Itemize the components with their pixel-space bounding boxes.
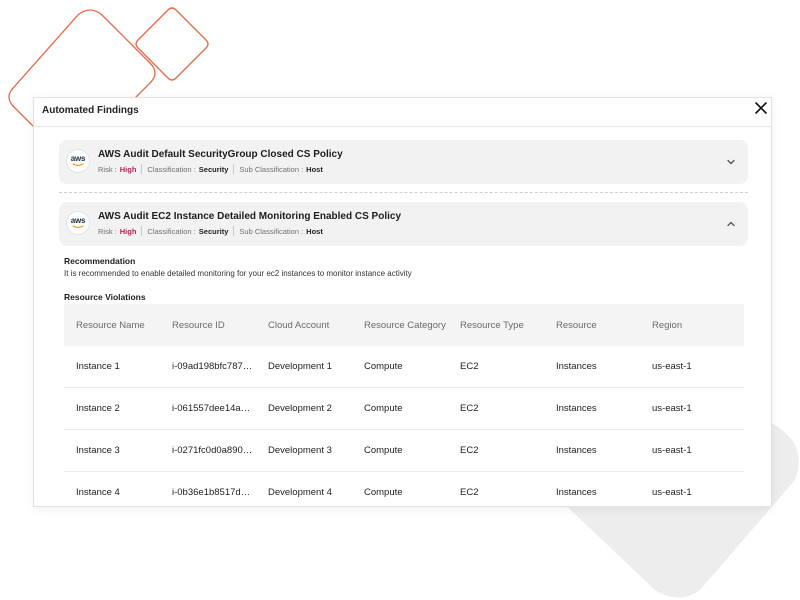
classification-label: Classification : — [147, 226, 196, 236]
finding-title: AWS Audit Default SecurityGroup Closed C… — [98, 149, 343, 160]
cell-cloud-account: Development 1 — [256, 346, 352, 388]
panel-title: Automated Findings — [42, 105, 139, 116]
aws-logo: aws — [67, 212, 89, 234]
orange-diamond-shape — [135, 7, 209, 81]
aws-logo-text: aws — [70, 154, 86, 163]
table-row[interactable]: Instance 1 i-09ad198bfc787… Development … — [64, 346, 744, 388]
recommendation-text: It is recommended to enable detailed mon… — [64, 269, 412, 278]
panel-header: Automated Findings — [34, 98, 771, 127]
column-header-region[interactable]: Region — [640, 304, 744, 346]
resource-violations-table: Resource Name Resource ID Cloud Account … — [64, 304, 744, 506]
cell-resource-id: i-061557dee14a… — [160, 387, 256, 430]
cell-resource-id: i-09ad198bfc787… — [160, 346, 256, 388]
cell-region: us-east-1 — [640, 346, 744, 388]
classification-value: Security — [198, 226, 229, 236]
cell-region: us-east-1 — [640, 429, 744, 472]
cell-resource: Instances — [544, 429, 640, 472]
column-header-resource-name[interactable]: Resource Name — [64, 304, 160, 346]
classification-label: Classification : — [147, 164, 196, 174]
cell-resource-name: Instance 2 — [64, 387, 160, 430]
cell-resource: Instances — [544, 346, 640, 388]
cell-resource-name: Instance 1 — [64, 346, 160, 388]
aws-smile-icon — [72, 163, 84, 167]
risk-label: Risk : — [98, 164, 117, 174]
cell-resource-type: EC2 — [448, 346, 544, 388]
column-header-resource-id[interactable]: Resource ID — [160, 304, 256, 346]
cell-resource-name: Instance 4 — [64, 471, 160, 506]
aws-smile-icon — [72, 225, 84, 229]
meta-separator — [233, 226, 235, 236]
finding-title: AWS Audit EC2 Instance Detailed Monitori… — [98, 211, 402, 222]
aws-logo: aws — [67, 150, 89, 172]
table-row[interactable]: Instance 2 i-061557dee14a… Development 2… — [64, 387, 744, 430]
cell-resource: Instances — [544, 471, 640, 506]
chevron-up-icon[interactable] — [726, 219, 736, 229]
chevron-down-icon[interactable] — [726, 157, 736, 167]
finding-item-1[interactable]: aws AWS Audit Default SecurityGroup Clos… — [59, 140, 748, 184]
cell-resource-type: EC2 — [448, 471, 544, 506]
resource-violations-label: Resource Violations — [64, 292, 146, 302]
column-header-resource-type[interactable]: Resource Type — [448, 304, 544, 346]
cell-resource: Instances — [544, 387, 640, 430]
sub-classification-value: Host — [306, 226, 323, 236]
sub-classification-label: Sub Classification : — [239, 226, 304, 236]
meta-separator — [233, 164, 235, 174]
cell-resource-category: Compute — [352, 429, 448, 472]
cell-region: us-east-1 — [640, 471, 744, 506]
sub-classification-value: Host — [306, 164, 323, 174]
cell-resource-id: i-0b36e1b8517d… — [160, 471, 256, 506]
table-row[interactable]: Instance 4 i-0b36e1b8517d… Development 4… — [64, 471, 744, 506]
cell-region: us-east-1 — [640, 387, 744, 430]
automated-findings-panel: Automated Findings aws AWS Audit Default… — [33, 97, 772, 507]
cell-resource-category: Compute — [352, 387, 448, 430]
meta-separator — [141, 226, 143, 236]
finding-item-2[interactable]: aws AWS Audit EC2 Instance Detailed Moni… — [59, 202, 748, 246]
cell-resource-type: EC2 — [448, 429, 544, 472]
finding-meta: Risk : High Classification : Security Su… — [98, 226, 323, 236]
sub-classification-label: Sub Classification : — [239, 164, 304, 174]
column-header-resource-category[interactable]: Resource Category — [352, 304, 448, 346]
table-row[interactable]: Instance 3 i-0271fc0d0a890… Development … — [64, 429, 744, 472]
cell-resource-id: i-0271fc0d0a890… — [160, 429, 256, 472]
findings-divider — [59, 192, 748, 193]
meta-separator — [141, 164, 143, 174]
risk-value: High — [119, 164, 137, 174]
cell-cloud-account: Development 3 — [256, 429, 352, 472]
finding-meta: Risk : High Classification : Security Su… — [98, 164, 323, 174]
cell-resource-type: EC2 — [448, 387, 544, 430]
aws-logo-text: aws — [70, 216, 86, 225]
risk-value: High — [119, 226, 137, 236]
cell-resource-category: Compute — [352, 346, 448, 388]
column-header-resource[interactable]: Resource — [544, 304, 640, 346]
cell-resource-name: Instance 3 — [64, 429, 160, 472]
cell-cloud-account: Development 2 — [256, 387, 352, 430]
stage: Automated Findings aws AWS Audit Default… — [0, 0, 800, 600]
recommendation-label: Recommendation — [64, 256, 136, 266]
close-icon[interactable] — [754, 101, 768, 115]
risk-label: Risk : — [98, 226, 117, 236]
table-header-row: Resource Name Resource ID Cloud Account … — [64, 304, 744, 346]
cell-resource-category: Compute — [352, 471, 448, 506]
cell-cloud-account: Development 4 — [256, 471, 352, 506]
column-header-cloud-account[interactable]: Cloud Account — [256, 304, 352, 346]
classification-value: Security — [198, 164, 229, 174]
